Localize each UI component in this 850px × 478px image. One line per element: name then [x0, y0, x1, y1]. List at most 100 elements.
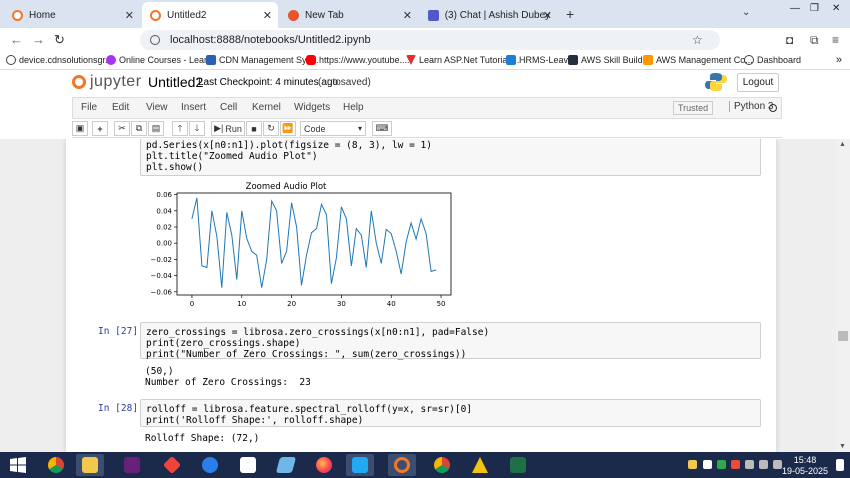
vertical-scrollbar[interactable]: ▲ ▼	[836, 139, 850, 452]
notebook-container[interactable]: pd.Series(x[n0:n1]).plot(figsize = (8, 3…	[0, 139, 836, 452]
bookmark-item[interactable]: Dashboard	[744, 55, 801, 65]
insert-cell-button[interactable]: +	[92, 121, 108, 136]
jupyter-favicon-icon	[12, 9, 23, 21]
menu-kernel[interactable]: Kernel	[252, 102, 281, 113]
code-cell-input[interactable]: rolloff = librosa.feature.spectral_rollo…	[140, 399, 761, 427]
code-cell-input[interactable]: pd.Series(x[n0:n1]).plot(figsize = (8, 3…	[140, 139, 761, 176]
close-icon[interactable]: ✕	[543, 9, 552, 22]
menu-edit[interactable]: Edit	[112, 102, 129, 113]
copy-button[interactable]: ⧉	[131, 121, 147, 136]
back-arrow-icon[interactable]: ←	[10, 32, 23, 47]
taskbar-chrome[interactable]	[42, 454, 70, 476]
address-bar[interactable]: localhost:8888/notebooks/Untitled2.ipynb	[140, 30, 720, 50]
bookmark-item[interactable]: AWS Skill Builder	[568, 55, 651, 65]
site-info-icon[interactable]	[150, 35, 160, 45]
taskbar-anydesk[interactable]	[158, 454, 186, 476]
chevron-right-icon[interactable]: »	[836, 54, 842, 66]
code-line: plt.show()	[146, 162, 204, 173]
maximize-icon[interactable]: ❐	[810, 3, 819, 14]
tray-app-icon[interactable]	[731, 460, 740, 469]
warning-icon	[472, 457, 488, 473]
scroll-down-icon[interactable]: ▼	[839, 443, 846, 450]
logout-button[interactable]: Logout	[737, 73, 779, 92]
tray-app-icon[interactable]	[688, 460, 697, 469]
save-button[interactable]: ▣	[72, 121, 88, 136]
scroll-up-icon[interactable]: ▲	[839, 141, 846, 148]
taskbar-file-explorer[interactable]	[76, 454, 104, 476]
volume-icon[interactable]	[759, 460, 768, 469]
bookmark-item[interactable]: CDN Management Sys...	[206, 55, 319, 65]
code-cell-input[interactable]: zero_crossings = librosa.zero_crossings(…	[140, 322, 761, 360]
move-down-button[interactable]: 🡓	[189, 121, 205, 136]
paste-button[interactable]: ▤	[148, 121, 164, 136]
taskbar-excel[interactable]	[504, 454, 532, 476]
start-button[interactable]	[4, 454, 32, 476]
taskbar-visual-studio[interactable]	[118, 454, 146, 476]
notebook-name[interactable]: Untitled2	[148, 74, 203, 90]
menu-insert[interactable]: Insert	[181, 102, 206, 113]
globe-icon	[6, 55, 16, 65]
taskbar-warning-app[interactable]	[466, 454, 494, 476]
network-icon[interactable]	[745, 460, 754, 469]
restart-button[interactable]: ↻	[263, 121, 279, 136]
command-palette-button[interactable]: ⌨	[372, 121, 392, 136]
close-icon[interactable]: ✕	[263, 9, 272, 22]
close-icon[interactable]: ✕	[125, 9, 134, 22]
taskbar-firefox[interactable]	[310, 454, 338, 476]
save-icon: ▣	[75, 123, 85, 133]
menu-widgets[interactable]: Widgets	[294, 102, 330, 113]
scrollbar-thumb[interactable]	[838, 331, 848, 341]
bookmark-item[interactable]: Online Courses - Lear...	[106, 55, 214, 65]
close-icon[interactable]: ✕	[403, 9, 412, 22]
tab-teams-chat[interactable]: (3) Chat | Ashish Dubey | Micro ✕	[420, 4, 558, 26]
menu-file[interactable]: File	[81, 102, 97, 113]
cut-button[interactable]: ✂	[114, 121, 130, 136]
cell-output: Number of Zero Crossings: 23	[145, 377, 311, 388]
restart-run-all-button[interactable]: ⏩	[280, 121, 296, 136]
jupyter-header: jupyter Untitled2 Last Checkpoint: 4 min…	[0, 70, 850, 96]
new-tab-button[interactable]: +	[566, 6, 574, 22]
notifications-icon[interactable]	[836, 459, 844, 471]
tab-untitled2[interactable]: Untitled2 ✕	[142, 2, 278, 28]
reload-icon[interactable]: ↻	[54, 32, 65, 48]
forward-arrow-icon[interactable]: →	[32, 32, 45, 47]
bookmark-item[interactable]: device.cdnsolutionsgr...	[6, 55, 113, 65]
trusted-badge[interactable]: Trusted	[673, 101, 714, 115]
jupyter-logo[interactable]: jupyter	[72, 73, 142, 91]
clock-time: 15:48	[793, 455, 817, 465]
step-forward-icon: ▶|	[214, 123, 224, 133]
menu-view[interactable]: View	[146, 102, 168, 113]
menu-help[interactable]: Help	[343, 102, 364, 113]
taskbar-jupyter-browser[interactable]	[388, 454, 416, 476]
tab-list-button[interactable]: ⌄	[742, 7, 750, 18]
menu-cell[interactable]: Cell	[220, 102, 237, 113]
x-tick-label: 50	[437, 300, 446, 308]
keyboard-icon: ⌨	[375, 123, 389, 133]
cell-type-select[interactable]: Code ▾	[300, 121, 366, 136]
minimize-icon[interactable]: —	[790, 3, 800, 14]
close-window-icon[interactable]: ✕	[832, 3, 840, 14]
taskbar-clock[interactable]: 15:48 19-05-2025	[782, 455, 828, 477]
interrupt-button[interactable]: ■	[246, 121, 262, 136]
move-up-button[interactable]: 🡑	[172, 121, 188, 136]
taskbar-chrome-2[interactable]	[428, 454, 456, 476]
menu-icon[interactable]: ≡	[832, 33, 839, 47]
bookmark-item[interactable]: https://www.youtube....	[306, 55, 410, 65]
tab-home[interactable]: Home ✕	[4, 4, 140, 26]
battery-icon[interactable]	[773, 460, 782, 469]
bookmark-item[interactable]: Learn ASP.Net Tutorial ...	[406, 55, 519, 65]
run-button[interactable]: ▶| Run	[211, 121, 245, 136]
taskbar-notepad[interactable]	[272, 454, 300, 476]
taskbar-vnc[interactable]	[234, 454, 262, 476]
bookmark-item[interactable]: AWS Management Co...	[643, 55, 753, 65]
taskbar-vscode[interactable]	[346, 454, 374, 476]
tray-app-icon[interactable]	[717, 460, 726, 469]
bookmark-star-icon[interactable]: ☆	[692, 33, 703, 47]
extensions-icon[interactable]: ⧉	[810, 33, 819, 48]
cell-output: (50,)	[145, 366, 174, 377]
tab-new-tab[interactable]: New Tab ✕	[280, 4, 418, 26]
bookmark-item[interactable]: HRMS-Leave	[506, 55, 573, 65]
tray-app-icon[interactable]	[703, 460, 712, 469]
taskbar-app[interactable]	[196, 454, 224, 476]
pocket-icon[interactable]: ◘	[786, 33, 793, 47]
